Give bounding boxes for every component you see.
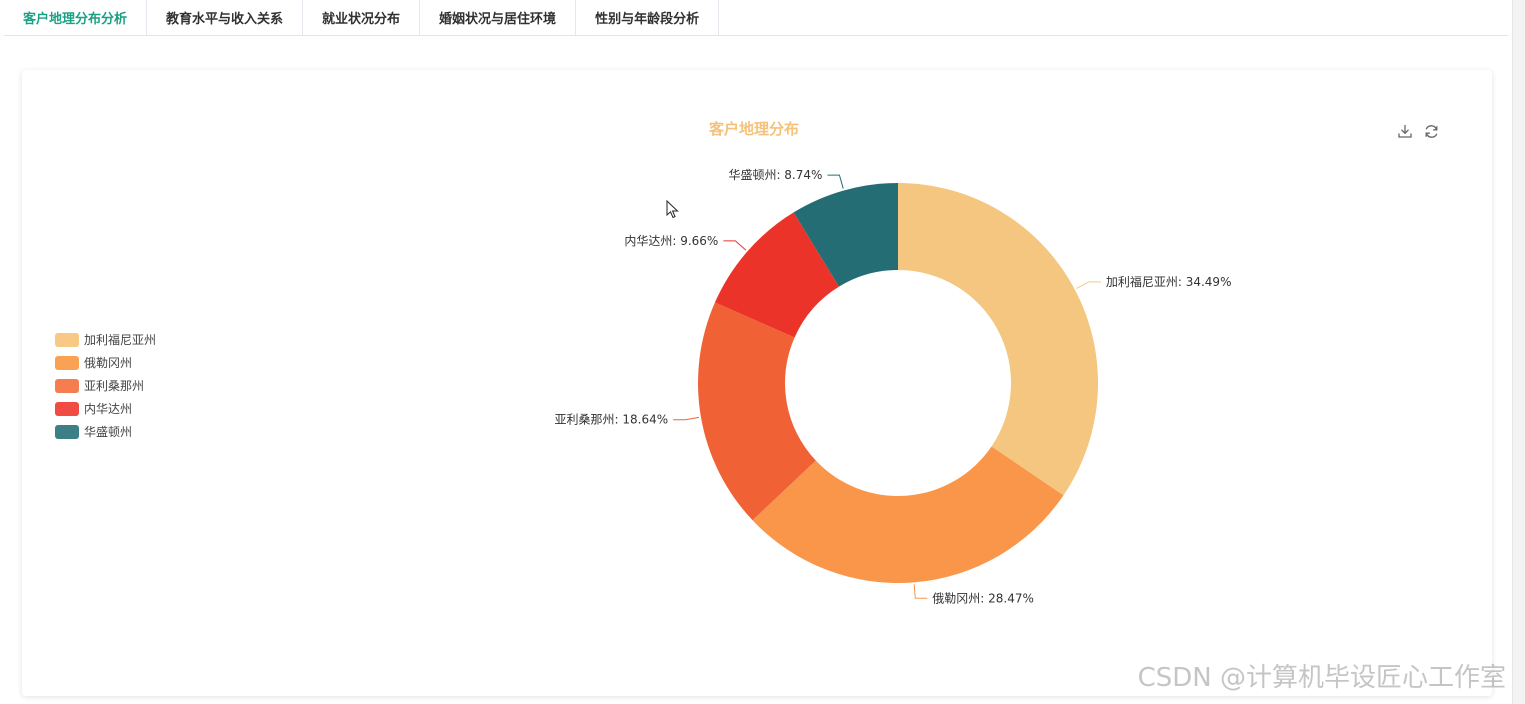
slice-label-oregon: 俄勒冈州: 28.47% [932,591,1034,605]
tab-geo-distribution[interactable]: 客户地理分布分析 [4,0,148,35]
tab-employment[interactable]: 就业状况分布 [303,0,421,35]
tab-gender-age[interactable]: 性别与年龄段分析 [576,0,720,35]
tab-bar: 客户地理分布分析 教育水平与收入关系 就业状况分布 婚姻状况与居住环境 性别与年… [4,0,1508,36]
slice-label-washington: 华盛顿州: 8.74% [728,167,822,182]
label-leader-line [673,416,700,421]
label-leader-line [913,584,928,599]
tab-education-income[interactable]: 教育水平与收入关系 [147,0,304,35]
watermark-text: CSDN @计算机毕设匠心工作室 [1137,663,1506,693]
label-leader-line [723,240,747,251]
tab-marital-residence[interactable]: 婚姻状况与居住环境 [420,0,577,35]
slice-label-california: 加利福尼亚州: 34.49% [1106,274,1232,289]
app-frame: 客户地理分布分析 教育水平与收入关系 就业状况分布 婚姻状况与居住环境 性别与年… [0,0,1512,704]
slice-label-arizona: 亚利桑那州: 18.64% [555,413,669,427]
donut-chart: 加利福尼亚州: 34.49% 俄勒冈州: 28.47% 亚利桑那州: 18.64% 内… [555,167,1232,605]
donut-slice-california[interactable] [898,183,1098,496]
label-leader-line [827,174,844,189]
label-leader-line [1076,281,1101,289]
mouse-cursor-icon [666,199,680,224]
slice-label-nevada: 内华达州: 9.66% [624,234,718,248]
chart-card: 客户地理分布 加利福尼亚州 俄勒冈州 亚利桑那州 内华达州 华盛顿州 加利福尼亚… [22,70,1492,696]
